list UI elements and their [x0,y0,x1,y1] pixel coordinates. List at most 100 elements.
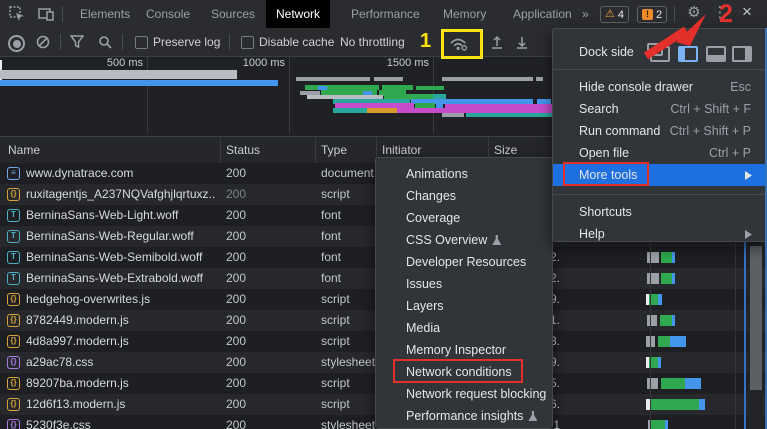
request-name-cell: BerninaSans-Web-Extrabold.woff [26,268,216,289]
customize-devtools-menu: Dock side Hide console drawerEscSearchCt… [552,28,767,242]
submenu-item-animations[interactable]: Animations [376,163,552,185]
menu-item-open-file[interactable]: Open fileCtrl + P [553,142,766,164]
request-status-cell: 200 [226,184,246,205]
divider [60,34,61,50]
submenu-item-developer-resources[interactable]: Developer Resources [376,251,552,273]
request-name-cell: 12d6f13.modern.js [26,394,216,415]
menu-item-help[interactable]: Help [553,223,766,245]
submenu-item-changes[interactable]: Changes [376,185,552,207]
overview-bar [536,77,543,81]
waterfall-bar [685,378,701,389]
script-type-icon: {} [7,377,20,390]
menu-item-hide-console-drawer[interactable]: Hide console drawerEsc [553,76,766,98]
submenu-item-css-overview[interactable]: CSS Overview [376,229,552,251]
request-type-cell: script [321,331,375,352]
menu-item-search[interactable]: SearchCtrl + Shift + F [553,98,766,120]
tab-elements[interactable]: Elements [70,0,140,28]
request-status-cell: 200 [226,310,246,331]
dock-side-label: Dock side [579,41,634,63]
clear-network-log-icon[interactable] [36,35,50,49]
devtools-window: ElementsConsoleSourcesNetwork Performance… [0,0,767,429]
menu-item-label: Shortcuts [579,201,632,223]
request-name-cell: a29ac78.css [26,352,216,373]
overview-bar [374,77,403,81]
waterfall-bar [651,420,665,429]
menu-separator [553,69,766,70]
menu-item-shortcut: Ctrl + Shift + F [670,98,751,120]
waterfall-bar [650,399,699,410]
waterfall-bar [661,273,672,284]
overview-bar [367,108,397,113]
tab-application[interactable]: Application [503,0,582,28]
submenu-item-layers[interactable]: Layers [376,295,552,317]
filter-icon[interactable] [70,35,84,49]
request-type-cell: script [321,394,375,415]
request-type-cell: script [321,289,375,310]
submenu-item-label: Network request blocking [406,383,546,405]
column-header-type[interactable]: Type [321,137,347,164]
search-icon[interactable] [98,35,112,49]
submenu-item-coverage[interactable]: Coverage [376,207,552,229]
export-har-icon[interactable] [515,35,529,49]
close-icon[interactable]: × [739,4,755,20]
waterfall-bar [647,252,659,263]
dock-right-button[interactable] [732,46,752,62]
script-type-icon: {} [7,293,20,306]
disable-cache-checkbox[interactable] [241,36,254,49]
divider [122,34,123,50]
overview-bar [416,86,444,90]
annotation-arrow [638,8,718,60]
request-type-cell: font [321,268,375,289]
menu-item-shortcut: Esc [730,76,751,98]
preserve-log-checkbox[interactable] [135,36,148,49]
menu-item-run-command[interactable]: Run commandCtrl + Shift + P [553,120,766,142]
submenu-item-performance-insights[interactable]: Performance insights [376,405,552,427]
submenu-item-label: Coverage [406,207,460,229]
experiment-flask-icon [528,411,537,421]
submenu-item-network-request-blocking[interactable]: Network request blocking [376,383,552,405]
waterfall-bar [670,336,686,347]
menu-item-shortcut: Ctrl + Shift + P [670,120,751,142]
submenu-item-label: CSS Overview [406,229,501,251]
more-tabs-icon[interactable]: » [578,0,593,28]
tab-memory[interactable]: Memory [433,0,496,28]
request-name-cell: hedgehog-overwrites.js [26,289,216,310]
request-status-cell: 200 [226,226,246,247]
menu-item-label: Help [579,223,605,245]
tab-performance[interactable]: Performance [341,0,430,28]
waterfall-bar [647,315,657,326]
waterfall-bar [658,336,670,347]
scrollbar-thumb[interactable] [750,246,762,390]
divider [229,34,230,50]
inspect-element-icon[interactable] [9,6,25,22]
warning-icon: ⚠ [605,9,615,20]
tab-network[interactable]: Network [266,0,330,28]
submenu-item-media[interactable]: Media [376,317,552,339]
column-header-name[interactable]: Name [8,137,40,164]
more-tools-submenu: AnimationsChangesCoverageCSS OverviewDev… [375,157,553,429]
waterfall-bar [661,378,685,389]
submenu-item-issues[interactable]: Issues [376,273,552,295]
request-status-cell: 200 [226,247,246,268]
request-status-cell: 200 [226,268,246,289]
tab-console[interactable]: Console [136,0,200,28]
record-network-log-button[interactable] [8,35,25,52]
waterfall-bar [672,273,675,284]
import-har-icon[interactable] [490,35,504,49]
warnings-badge[interactable]: ⚠ 4 [600,6,629,23]
request-status-cell: 200 [226,352,246,373]
tab-sources[interactable]: Sources [201,0,265,28]
ruler-tick-label: 500 ms [107,57,143,69]
font-type-icon: T [7,251,20,264]
request-type-cell: stylesheet [321,352,375,373]
submenu-item-memory-inspector[interactable]: Memory Inspector [376,339,552,361]
waterfall-bar [699,399,705,410]
waterfall-bar [647,378,658,389]
menu-item-shortcuts[interactable]: Shortcuts [553,201,766,223]
column-header-status[interactable]: Status [226,137,260,164]
submenu-item-label: Changes [406,185,456,207]
device-toolbar-icon[interactable] [38,6,54,22]
request-name-cell: ruxitagentjs_A237NQVafghjlqrtuxz... [26,184,216,205]
menu-item-label: Open file [579,142,629,164]
throttling-select[interactable]: No throttling [340,28,405,56]
